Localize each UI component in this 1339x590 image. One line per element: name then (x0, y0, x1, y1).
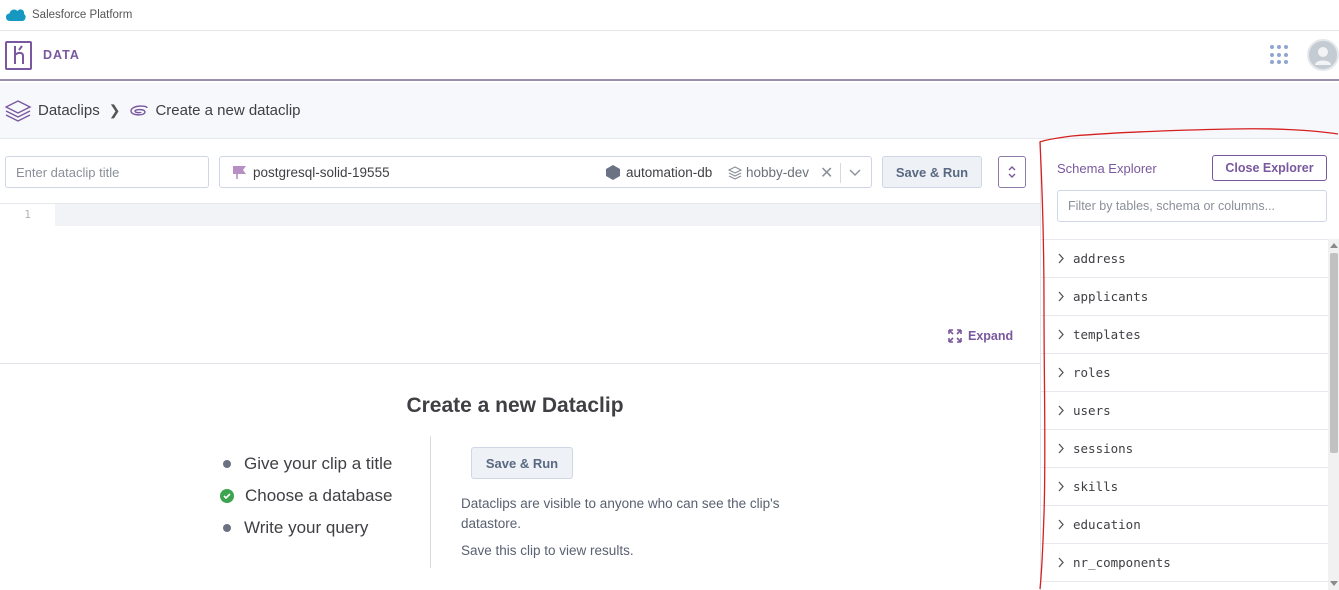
database-app-name: automation-db (626, 165, 713, 180)
expand-label: Expand (968, 329, 1014, 343)
bullet-icon (223, 460, 231, 468)
step-label: Give your clip a title (244, 454, 393, 473)
step-item: Give your clip a title (220, 448, 392, 480)
table-row[interactable]: roles (1041, 354, 1328, 392)
dataclip-title-input[interactable] (5, 156, 209, 188)
chevron-up-down-icon (1008, 166, 1016, 178)
app-header: DATA (0, 31, 1339, 81)
select-divider (840, 163, 841, 183)
empty-state-title: Create a new Dataclip (406, 394, 624, 417)
chevron-down-icon[interactable] (848, 165, 862, 179)
dataclips-stack-icon (5, 99, 32, 122)
table-name: users (1073, 403, 1111, 418)
schema-filter-input[interactable] (1057, 190, 1327, 222)
chevron-right-icon: ❯ (108, 102, 121, 118)
plan-layers-icon (728, 166, 742, 180)
table-name: sessions (1073, 441, 1134, 456)
table-row[interactable]: templates (1041, 316, 1328, 354)
scrollbar-thumb[interactable] (1330, 253, 1338, 453)
chevron-right-icon (1058, 329, 1064, 340)
bullet-icon (223, 524, 231, 532)
step-label: Choose a database (245, 486, 393, 505)
table-row[interactable]: sessions (1041, 430, 1328, 468)
salesforce-cloud-icon (6, 9, 26, 21)
table-list: address applicants templates roles users… (1041, 239, 1328, 582)
chevron-right-icon (1058, 443, 1064, 454)
table-name: applicants (1073, 289, 1149, 304)
save-run-button-secondary[interactable]: Save & Run (471, 447, 573, 479)
save-note: Save this clip to view results. (461, 543, 634, 558)
editor-divider (0, 363, 1040, 364)
database-name: postgresql-solid-19555 (253, 164, 390, 180)
database-flag-icon (233, 165, 246, 179)
table-row[interactable]: skills (1041, 468, 1328, 506)
heroku-logo-icon[interactable] (5, 40, 32, 70)
save-run-button[interactable]: Save & Run (882, 156, 982, 188)
breadcrumb-current: Create a new dataclip (129, 102, 301, 119)
table-row[interactable]: education (1041, 506, 1328, 544)
step-item: Write your query (220, 512, 392, 544)
table-name: education (1073, 517, 1141, 532)
scroll-down-icon[interactable] (1330, 581, 1338, 586)
header-right (1270, 39, 1339, 71)
table-name: skills (1073, 479, 1119, 494)
user-avatar-icon (1315, 47, 1331, 65)
breadcrumb: Dataclips ❯ Create a new dataclip (0, 83, 1339, 139)
sql-editor[interactable]: 1 (0, 203, 1040, 363)
explorer-title: Schema Explorer (1057, 161, 1157, 176)
breadcrumb-dataclips[interactable]: Dataclips (5, 99, 100, 123)
dataclip-icon (130, 104, 149, 116)
scroll-up-icon[interactable] (1330, 243, 1338, 248)
database-plan: hobby-dev (746, 165, 810, 180)
line-number: 1 (24, 208, 31, 221)
schema-explorer: Schema Explorer Close Explorer address a… (1040, 140, 1339, 590)
platform-bar: Salesforce Platform (0, 0, 1339, 31)
close-explorer-button[interactable]: Close Explorer (1212, 155, 1327, 181)
platform-label: Salesforce Platform (32, 9, 133, 21)
table-row[interactable]: applicants (1041, 278, 1328, 316)
chevron-right-icon (1058, 405, 1064, 416)
checkmark-icon (220, 489, 234, 503)
apps-grid-icon[interactable] (1270, 45, 1290, 65)
explorer-scrollbar[interactable] (1328, 239, 1339, 590)
editor-active-line[interactable] (55, 204, 1040, 226)
step-item: Choose a database (220, 480, 392, 512)
empty-state-divider (430, 436, 431, 568)
clear-selection-icon[interactable]: ✕ (820, 163, 833, 183)
expand-icon (948, 329, 962, 343)
chevron-right-icon (1058, 291, 1064, 302)
table-row[interactable]: users (1041, 392, 1328, 430)
breadcrumb-current-label: Create a new dataclip (155, 102, 301, 119)
app-title: DATA (43, 48, 80, 62)
table-name: address (1073, 251, 1126, 266)
expand-editor-button[interactable]: Expand (948, 329, 1013, 343)
table-name: nr_components (1073, 555, 1171, 570)
chevron-right-icon (1058, 481, 1064, 492)
chevron-right-icon (1058, 253, 1064, 264)
toggle-explorer-button[interactable] (998, 156, 1026, 188)
table-row[interactable]: address (1041, 240, 1328, 278)
app-hexagon-icon (606, 165, 620, 180)
steps-list: Give your clip a title Choose a database… (220, 448, 392, 544)
table-name: roles (1073, 365, 1111, 380)
avatar[interactable] (1307, 39, 1339, 71)
table-name: templates (1073, 327, 1141, 342)
table-row[interactable]: nr_components (1041, 544, 1328, 582)
chevron-right-icon (1058, 557, 1064, 568)
visibility-note: Dataclips are visible to anyone who can … (461, 496, 780, 531)
database-select[interactable]: postgresql-solid-19555 automation-db hob… (219, 156, 872, 188)
breadcrumb-root-label: Dataclips (38, 102, 100, 119)
step-label: Write your query (244, 518, 369, 537)
chevron-right-icon (1058, 519, 1064, 530)
chevron-right-icon (1058, 367, 1064, 378)
